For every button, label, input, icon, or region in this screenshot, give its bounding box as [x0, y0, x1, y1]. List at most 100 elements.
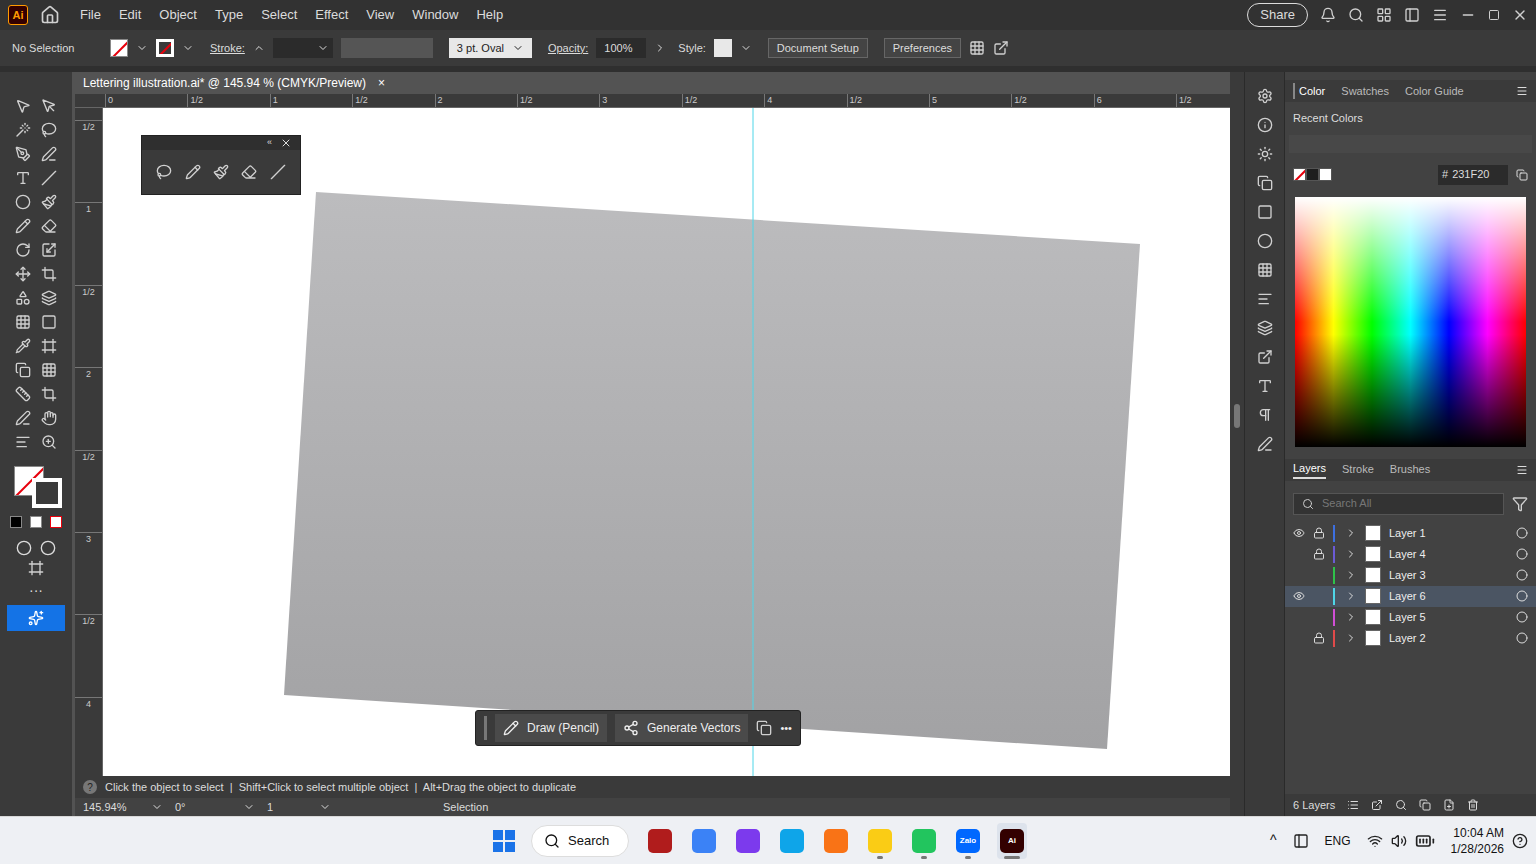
layer-row[interactable]: Layer 4 [1285, 544, 1536, 565]
tool-icon[interactable] [41, 314, 57, 330]
layers-search[interactable]: Search All [1293, 493, 1504, 515]
menu-item[interactable]: Help [476, 5, 503, 25]
menu-item[interactable]: Type [215, 5, 243, 25]
eye-icon[interactable] [1293, 590, 1305, 602]
menu-icon[interactable] [1432, 7, 1448, 23]
app-logo[interactable]: Ai [8, 5, 28, 25]
tool-icon[interactable] [15, 146, 31, 162]
panel-icon[interactable] [1257, 407, 1273, 423]
export-icon[interactable] [993, 40, 1009, 56]
tool-icon[interactable] [41, 386, 57, 402]
filter-icon[interactable] [1512, 496, 1528, 512]
tool-icon[interactable] [15, 170, 31, 186]
arrange-icon[interactable] [969, 40, 985, 56]
tool-icon[interactable] [41, 122, 57, 138]
taskbar-app[interactable] [865, 823, 895, 859]
pencil-icon[interactable] [185, 164, 201, 180]
lock-icon[interactable] [1313, 548, 1325, 560]
recent-swatch[interactable] [1319, 168, 1332, 181]
panel-icon[interactable] [1257, 349, 1273, 365]
vertical-scrollbar[interactable] [1230, 72, 1244, 816]
panel-tab[interactable]: Stroke [1342, 461, 1374, 478]
battery-icon[interactable] [1415, 831, 1435, 851]
tool-icon[interactable] [15, 410, 31, 426]
wifi-icon[interactable] [1367, 833, 1383, 849]
panel-tab[interactable]: Brushes [1390, 461, 1430, 478]
home-icon[interactable] [40, 5, 60, 25]
menu-item[interactable]: Edit [119, 5, 141, 25]
taskbar-app[interactable] [909, 823, 939, 859]
tool-icon[interactable] [15, 314, 31, 330]
panel-tab[interactable]: Swatches [1341, 83, 1389, 100]
menu-item[interactable]: Object [159, 5, 197, 25]
taskbar-app[interactable]: Zalo [953, 823, 983, 859]
variable-width-field[interactable] [341, 38, 433, 58]
tool-icon[interactable] [15, 266, 31, 282]
tray-icon[interactable] [1293, 833, 1309, 849]
layer-row[interactable]: Layer 1 [1285, 523, 1536, 544]
blob-brush-icon[interactable] [213, 164, 229, 180]
floating-brush-panel[interactable]: « [141, 135, 301, 195]
panel-icon[interactable] [1257, 117, 1273, 133]
layer-row[interactable]: Layer 3 [1285, 565, 1536, 586]
help-icon[interactable]: ? [83, 780, 97, 794]
tool-icon[interactable] [41, 242, 57, 258]
tool-icon[interactable] [41, 98, 57, 114]
recent-swatch[interactable] [1293, 168, 1306, 181]
minimize-icon[interactable] [1460, 7, 1476, 23]
search-icon[interactable] [1348, 7, 1364, 23]
recent-swatch[interactable] [1306, 168, 1319, 181]
tool-icon[interactable] [41, 146, 57, 162]
tool-status[interactable]: Selection [443, 799, 488, 816]
clock[interactable]: 10:04 AM1/28/2026 [1451, 825, 1504, 857]
panel-icon[interactable] [1257, 88, 1273, 104]
taskbar-app[interactable] [645, 823, 675, 859]
panel-tab[interactable]: Color [1293, 83, 1325, 100]
menu-item[interactable]: Select [261, 5, 297, 25]
taskbar-app[interactable] [821, 823, 851, 859]
bell-icon[interactable] [1320, 7, 1336, 23]
tray-overflow[interactable]: ^ [1270, 830, 1277, 851]
control-button[interactable]: Preferences [884, 38, 961, 58]
layer-row[interactable]: Layer 2 [1285, 628, 1536, 649]
volume-icon[interactable] [1391, 833, 1407, 849]
tool-icon[interactable] [41, 266, 57, 282]
notification-icon[interactable] [1512, 833, 1528, 849]
menu-item[interactable]: View [366, 5, 394, 25]
layer-row[interactable]: Layer 5 [1285, 607, 1536, 628]
tool-icon[interactable] [15, 434, 31, 450]
menu-item[interactable]: Window [412, 5, 458, 25]
tool-icon[interactable] [15, 98, 31, 114]
more-button[interactable]: ••• [780, 720, 792, 737]
tool-icon[interactable] [41, 362, 57, 378]
panel-icon[interactable] [1257, 291, 1273, 307]
panel-tab[interactable]: Color Guide [1405, 83, 1464, 100]
panel-icon[interactable] [1257, 204, 1273, 220]
style-swatch[interactable] [714, 39, 732, 57]
tool-icon[interactable] [15, 218, 31, 234]
document-tab[interactable]: Lettering illustration.ai* @ 145.94 % (C… [75, 72, 385, 94]
tool-icon[interactable] [15, 122, 31, 138]
share-button[interactable]: Share [1247, 3, 1308, 27]
eraser-icon[interactable] [241, 164, 257, 180]
artboard-field[interactable]: 1 [267, 799, 307, 816]
tool-icon[interactable] [41, 170, 57, 186]
rotation-field[interactable]: 0° [175, 799, 231, 816]
lock-icon[interactable] [1313, 527, 1325, 539]
lock-icon[interactable] [1313, 632, 1325, 644]
brush-field[interactable]: 3 pt. Oval [449, 38, 532, 58]
workspace-icon[interactable] [1376, 7, 1392, 23]
layer-row[interactable]: Layer 6 [1285, 586, 1536, 607]
artboard[interactable]: «Draw (Pencil)Generate Vectors••• [103, 108, 1230, 776]
panel-icon[interactable] [1257, 146, 1273, 162]
tool-icon[interactable] [41, 338, 57, 354]
tool-icon[interactable] [41, 410, 57, 426]
windows-start-icon[interactable] [493, 830, 515, 852]
task-button[interactable]: Draw (Pencil) [495, 714, 607, 742]
sketch-photo[interactable] [103, 108, 1230, 776]
control-button[interactable]: Document Setup [768, 38, 868, 58]
eye-icon[interactable] [1293, 527, 1305, 539]
fill-stroke-control[interactable] [10, 464, 62, 508]
tool-icon[interactable] [15, 290, 31, 306]
opacity-field[interactable]: 100% [596, 38, 646, 58]
